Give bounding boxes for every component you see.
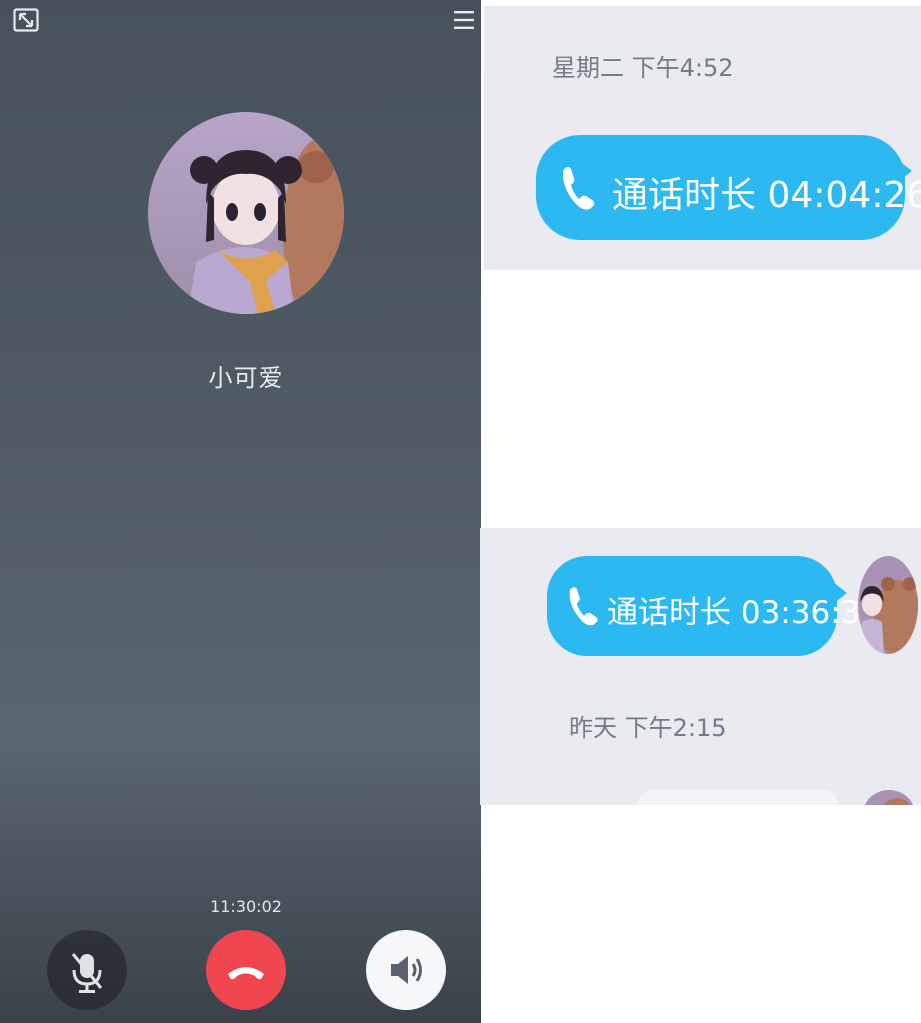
user-avatar[interactable] (863, 790, 915, 805)
call-timer: 11:30:02 (210, 897, 282, 916)
call-duration-text: 通话时长 04:04:26 (612, 175, 921, 216)
phone-icon (562, 167, 595, 210)
message-timestamp: 星期二 下午4:52 (552, 54, 734, 82)
chat-history-fragment: 星期二 下午4:52 通话时长 04:04:26 (484, 6, 921, 270)
minimize-button[interactable] (13, 8, 39, 32)
call-duration-message[interactable]: 通话时长 03:36:30 (547, 556, 880, 656)
bubble-tail (833, 582, 847, 604)
user-avatar[interactable] (858, 556, 918, 654)
bubble-tail (898, 160, 912, 182)
speaker-button[interactable] (366, 930, 446, 1010)
chat-history-fragment: 通话时长 03:36:30 昨天 下午2:15 (480, 528, 921, 805)
contact-avatar (148, 112, 344, 314)
microphone-muted-icon (71, 953, 103, 993)
message-timestamp: 昨天 下午2:15 (569, 714, 727, 742)
contact-name: 小可爱 (208, 364, 284, 392)
menu-icon (454, 11, 474, 29)
menu-button[interactable] (452, 8, 476, 32)
mute-button[interactable] (47, 930, 127, 1010)
minimize-window-icon (13, 8, 39, 32)
call-duration-message[interactable]: 通话时长 04:04:26 (536, 135, 921, 240)
phone-icon (569, 587, 598, 626)
voice-call-screen: 小可爱 11:30:02 (0, 0, 481, 1023)
hang-up-button[interactable] (206, 930, 286, 1010)
hang-up-phone-icon (228, 967, 264, 980)
partial-message-bubble[interactable] (638, 790, 838, 805)
speaker-icon (391, 956, 422, 984)
